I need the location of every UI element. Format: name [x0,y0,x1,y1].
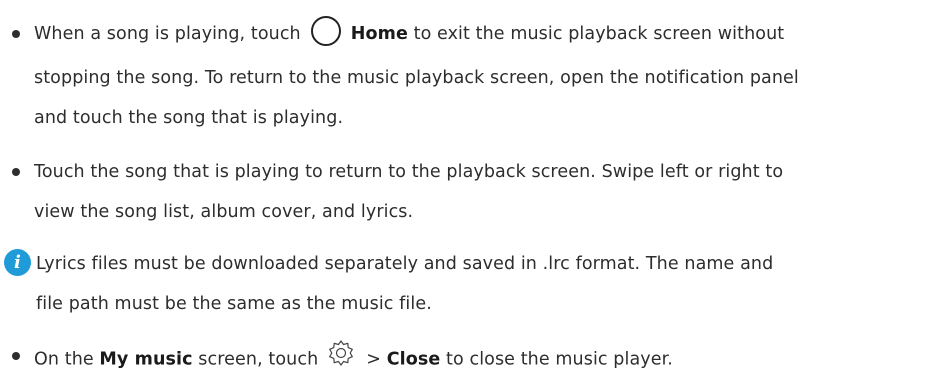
my-music-label: My music [99,349,193,370]
home-icon [310,16,341,46]
bullet-1 [12,30,20,38]
item1-line2: stopping the song. To return to the musi… [34,68,799,88]
note-line1: Lyrics files must be downloaded separate… [36,254,774,274]
arrow-symbol: > [366,349,382,370]
item3-mid: screen, touch [198,349,319,370]
item3-line: On the My music screen, touch > Close to … [34,340,673,375]
close-label: Close [386,349,441,370]
info-icon: i [4,249,31,276]
item1-line1: When a song is playing, touch Home to exi… [34,16,785,46]
item3-pre: On the [34,349,94,370]
settings-gear-icon [326,338,356,375]
bullet-3 [12,352,20,360]
item1-line3: and touch the song that is playing. [34,108,344,128]
home-label: Home [350,24,408,44]
item1-text-a: When a song is playing, touch [34,24,301,44]
item2-line1: Touch the song that is playing to return… [34,162,784,182]
note-line2: file path must be the same as the music … [36,294,432,314]
item1-text-b: to exit the music playback screen withou… [413,24,785,44]
item2-line2: view the song list, album cover, and lyr… [34,202,414,222]
item3-post: to close the music player. [446,349,673,370]
bullet-2 [12,168,20,176]
